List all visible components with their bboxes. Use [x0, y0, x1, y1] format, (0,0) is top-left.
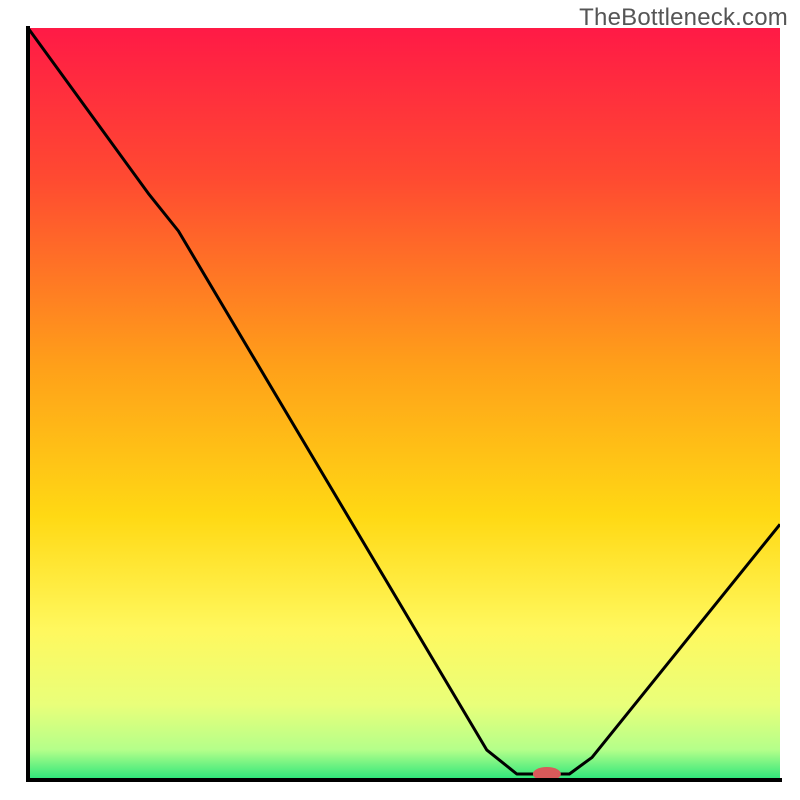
watermark-text: TheBottleneck.com	[579, 4, 788, 32]
gradient-background	[28, 28, 780, 780]
bottleneck-chart	[0, 0, 800, 800]
chart-container: TheBottleneck.com	[0, 0, 800, 800]
